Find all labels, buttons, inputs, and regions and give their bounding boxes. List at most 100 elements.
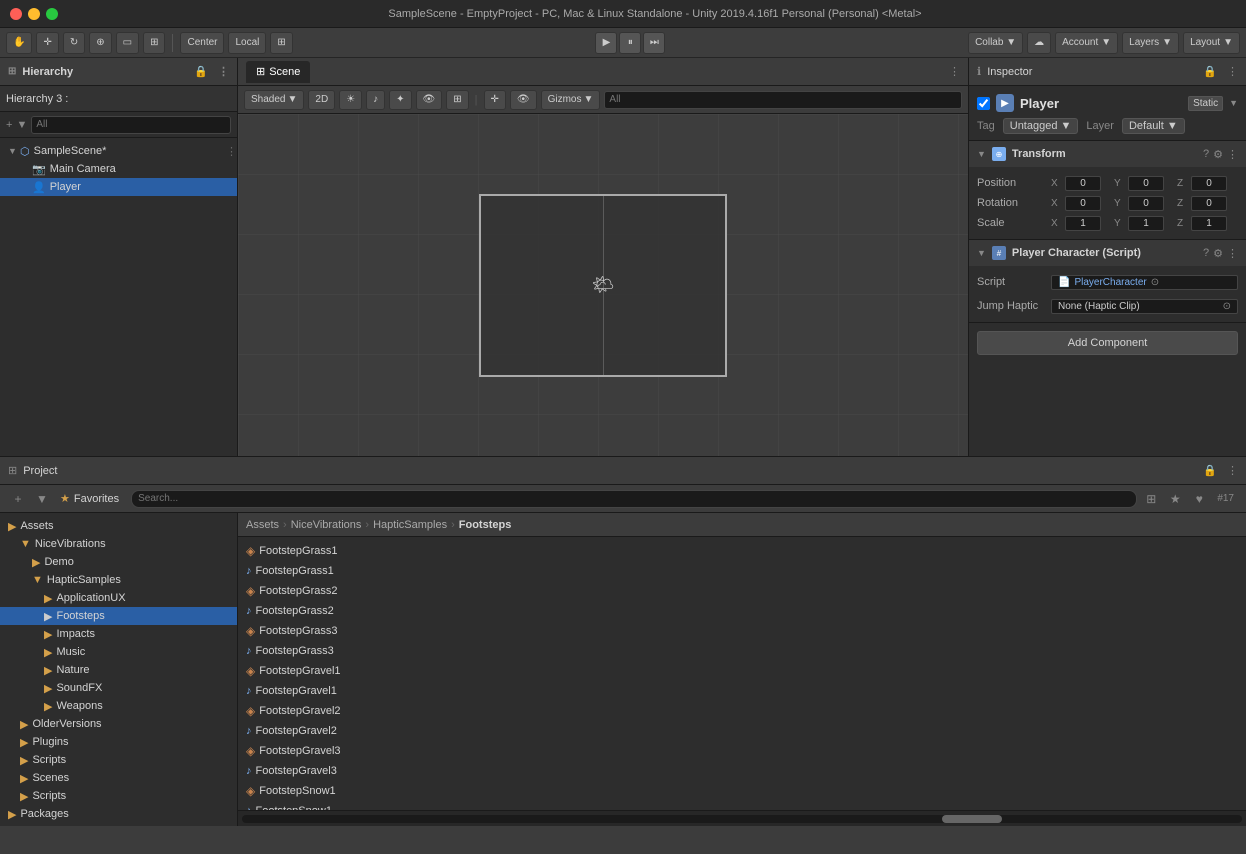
gizmos-dropdown[interactable]: Gizmos ▼: [541, 90, 601, 110]
sidebar-music[interactable]: ▶ Music: [0, 643, 237, 661]
add-dropdown[interactable]: ▼: [32, 489, 52, 509]
hand-tool[interactable]: ✋: [6, 32, 32, 54]
minimize-button[interactable]: [28, 8, 40, 20]
transform-header[interactable]: ▼ ⊕ Transform ? ⚙ ⋮: [969, 141, 1246, 167]
add-btn[interactable]: +: [8, 489, 28, 509]
breadcrumb-assets[interactable]: Assets: [246, 519, 279, 531]
sidebar-weapons[interactable]: ▶ Weapons: [0, 697, 237, 715]
sidebar-nice-vibrations[interactable]: ▼ NiceVibrations: [0, 535, 237, 553]
list-item[interactable]: ◈ FootstepGravel1: [238, 661, 1246, 681]
layers-button[interactable]: Layers ▼: [1122, 32, 1179, 54]
script-help-icon[interactable]: ?: [1203, 247, 1209, 260]
script-more-icon[interactable]: ⋮: [1227, 247, 1238, 260]
sidebar-haptic-samples[interactable]: ▼ HapticSamples: [0, 571, 237, 589]
step-button[interactable]: ⏭: [643, 32, 665, 54]
project-lock[interactable]: 🔒: [1203, 464, 1217, 477]
center-btn[interactable]: Center: [180, 32, 224, 54]
move-btn2[interactable]: ✛: [484, 90, 506, 110]
inspector-more[interactable]: ⋮: [1227, 65, 1238, 78]
scrollbar-track[interactable]: [242, 815, 1242, 823]
list-item[interactable]: ♪ FootstepGravel1: [238, 681, 1246, 701]
list-item[interactable]: ◈ FootstepGrass2: [238, 581, 1246, 601]
script-ref[interactable]: 📄 PlayerCharacter ⊙: [1051, 275, 1238, 290]
sidebar-assets[interactable]: ▶ Assets: [0, 517, 237, 535]
add-component-button[interactable]: Add Component: [977, 331, 1238, 355]
scene-view[interactable]: 🌤: [238, 114, 968, 456]
list-item[interactable]: ◈ FootstepGravel2: [238, 701, 1246, 721]
fav-btn[interactable]: ♥: [1189, 489, 1209, 509]
list-item[interactable]: ◈ FootstepSnow1: [238, 781, 1246, 801]
haptic-ref[interactable]: None (Haptic Clip) ⊙: [1051, 299, 1238, 314]
script-settings-icon[interactable]: ⚙: [1213, 247, 1223, 260]
rotate-tool[interactable]: ↻: [63, 32, 85, 54]
more-icon[interactable]: ⋮: [218, 65, 229, 78]
add-icon[interactable]: +: [6, 119, 12, 131]
transform-help-icon[interactable]: ?: [1203, 148, 1209, 161]
scrollbar-area[interactable]: [238, 810, 1246, 826]
pause-button[interactable]: ⏸: [619, 32, 641, 54]
audio-btn[interactable]: ♪: [366, 90, 385, 110]
static-arrow[interactable]: ▼: [1229, 98, 1238, 108]
scene-options[interactable]: ⋮: [226, 145, 237, 158]
project-search[interactable]: [131, 490, 1137, 508]
tree-item-main-camera[interactable]: 📷 Main Camera: [0, 160, 237, 178]
grid-btn[interactable]: ⊞: [446, 90, 468, 110]
sidebar-soundfx[interactable]: ▶ SoundFX: [0, 679, 237, 697]
rot-z-input[interactable]: [1191, 196, 1227, 211]
sidebar-older-versions[interactable]: ▶ OlderVersions: [0, 715, 237, 733]
collab-button[interactable]: Collab ▼: [968, 32, 1023, 54]
sidebar-footsteps[interactable]: ▶ Footsteps: [0, 607, 237, 625]
light-btn[interactable]: ☀: [339, 90, 362, 110]
account-button[interactable]: Account ▼: [1055, 32, 1118, 54]
list-item[interactable]: ♪ FootstepGrass2: [238, 601, 1246, 621]
list-item[interactable]: ♪ FootstepGravel3: [238, 761, 1246, 781]
hidden-btn[interactable]: 👁: [416, 90, 443, 110]
layer-dropdown[interactable]: Default ▼: [1122, 118, 1185, 134]
breadcrumb-haptic-samples[interactable]: HapticSamples: [373, 519, 447, 531]
lock-icon[interactable]: 🔒: [194, 65, 208, 78]
transform-more-icon[interactable]: ⋮: [1227, 148, 1238, 161]
list-item[interactable]: ♪ FootstepGravel2: [238, 721, 1246, 741]
tree-item-samplescene[interactable]: ▼ ⬡ SampleScene* ⋮: [0, 142, 237, 160]
rect-tool[interactable]: ▭: [116, 32, 139, 54]
inspector-lock[interactable]: 🔒: [1203, 65, 1217, 78]
scale-z-input[interactable]: [1191, 216, 1227, 231]
tag-dropdown[interactable]: Untagged ▼: [1003, 118, 1079, 134]
local-btn[interactable]: Local: [228, 32, 266, 54]
sidebar-scripts-bottom[interactable]: ▶ Scripts: [0, 787, 237, 805]
grid-view-btn[interactable]: ⊞: [1141, 489, 1161, 509]
grid-btn[interactable]: ⊞: [270, 32, 292, 54]
object-active-checkbox[interactable]: [977, 97, 990, 110]
scrollbar-thumb[interactable]: [942, 815, 1002, 823]
play-button[interactable]: ▶: [595, 32, 617, 54]
scene-options[interactable]: ⋮: [949, 65, 960, 78]
project-more[interactable]: ⋮: [1227, 464, 1238, 477]
cloud-button[interactable]: ☁: [1027, 32, 1051, 54]
rot-y-input[interactable]: [1128, 196, 1164, 211]
scene-search[interactable]: [604, 91, 962, 109]
fx-btn[interactable]: ✦: [389, 90, 411, 110]
move-tool[interactable]: ✛: [36, 32, 58, 54]
pos-z-input[interactable]: [1191, 176, 1227, 191]
sidebar-plugins[interactable]: ▶ Plugins: [0, 733, 237, 751]
star-btn[interactable]: ★: [1165, 489, 1185, 509]
breadcrumb-nice-vibrations[interactable]: NiceVibrations: [291, 519, 362, 531]
maximize-button[interactable]: [46, 8, 58, 20]
view-btn[interactable]: 👁: [510, 90, 537, 110]
scene-tab[interactable]: ⊞ Scene: [246, 61, 310, 83]
hierarchy-search[interactable]: [31, 116, 231, 134]
transform-settings-icon[interactable]: ⚙: [1213, 148, 1223, 161]
close-button[interactable]: [10, 8, 22, 20]
list-item[interactable]: ♪ FootstepGrass3: [238, 641, 1246, 661]
rot-x-input[interactable]: [1065, 196, 1101, 211]
scale-tool[interactable]: ⊕: [89, 32, 111, 54]
sidebar-application-ux[interactable]: ▶ ApplicationUX: [0, 589, 237, 607]
sidebar-packages[interactable]: ▶ Packages: [0, 805, 237, 823]
sidebar-demo[interactable]: ▶ Demo: [0, 553, 237, 571]
2d-button[interactable]: 2D: [308, 90, 335, 110]
sidebar-impacts[interactable]: ▶ Impacts: [0, 625, 237, 643]
scale-y-input[interactable]: [1128, 216, 1164, 231]
list-item[interactable]: ◈ FootstepGravel3: [238, 741, 1246, 761]
pos-y-input[interactable]: [1128, 176, 1164, 191]
player-char-header[interactable]: ▼ # Player Character (Script) ? ⚙ ⋮: [969, 240, 1246, 266]
